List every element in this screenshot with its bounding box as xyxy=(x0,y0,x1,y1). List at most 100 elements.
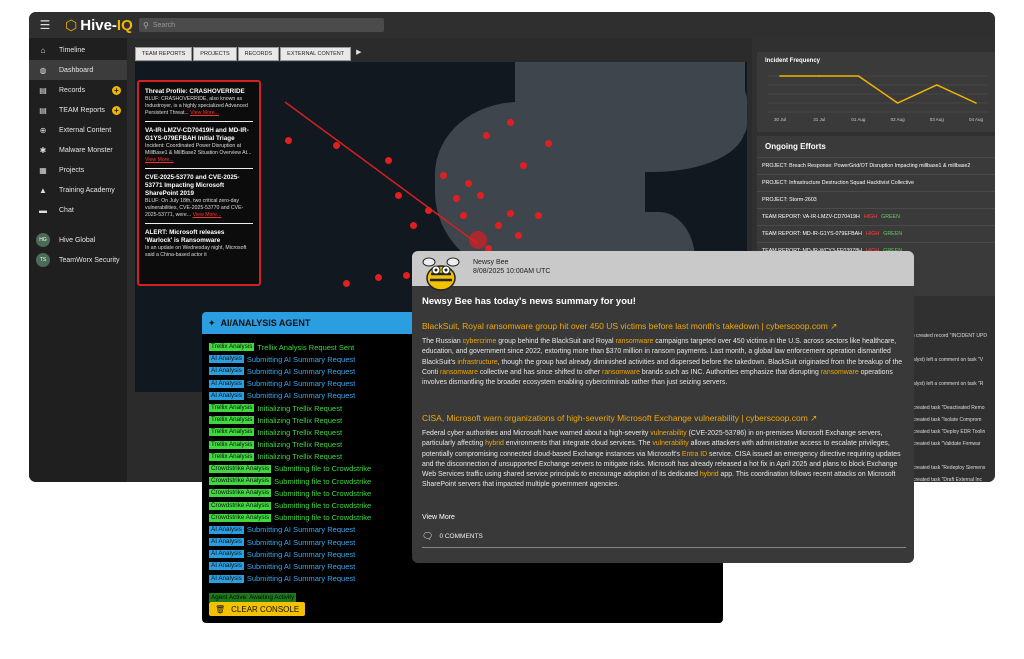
sidebar-item-label: Malware Monster xyxy=(59,146,113,154)
projects-icon: ▦ xyxy=(39,165,47,175)
threat-marker[interactable] xyxy=(507,119,514,126)
effort-row[interactable]: TEAM REPORT: MD-IR-G1YS-079EFBAH HIGH GREE… xyxy=(757,225,995,242)
tab-external-content[interactable]: EXTERNAL CONTENT xyxy=(280,47,352,61)
log-tag: Trellix Analysis xyxy=(209,440,255,449)
sidebar-item-label: Chat xyxy=(59,206,74,214)
sidebar-item-projects[interactable]: ▦ Projects xyxy=(29,160,127,180)
threat-marker[interactable] xyxy=(410,222,417,229)
clear-console-label: CLEAR CONSOLE xyxy=(231,604,300,614)
bug-icon: ✱ xyxy=(39,145,47,155)
add-icon[interactable]: + xyxy=(112,85,121,95)
logo[interactable]: ⬡ Hive- IQ xyxy=(65,17,133,34)
threat-marker[interactable] xyxy=(375,274,382,281)
sidebar-org-0[interactable]: HG Hive Global xyxy=(29,230,127,250)
threat-marker[interactable] xyxy=(507,210,514,217)
threat-marker[interactable] xyxy=(483,132,490,139)
view-more-link[interactable]: View More... xyxy=(190,110,219,116)
threat-item[interactable]: VA-IR-LMZV-CD70419H and MD-IR-G1YS-079EF… xyxy=(145,125,253,169)
threat-marker[interactable] xyxy=(545,140,552,147)
log-message: Submitting AI Summary Request xyxy=(246,574,356,584)
sidebar-item-label: Projects xyxy=(59,166,85,174)
search-input[interactable]: ⚲ Search xyxy=(139,18,384,32)
threat-title: CVE-2025-53770 and CVE-2025-53771 Impact… xyxy=(145,174,240,197)
data-point xyxy=(975,102,977,104)
news-headline: Newsy Bee has today's news summary for y… xyxy=(422,296,636,307)
log-row: AI Analysis Submitting AI Summary Request xyxy=(209,573,723,585)
effort-row[interactable]: TEAM REPORT: VA-IR-LMZV-CD70419H HIGH GREE… xyxy=(757,208,995,225)
threat-marker[interactable] xyxy=(515,232,522,239)
threat-marker[interactable] xyxy=(385,157,392,164)
threat-marker[interactable] xyxy=(285,137,292,144)
threat-item[interactable]: ALERT: Microsoft releases 'Warlock' is R… xyxy=(145,227,253,263)
view-more-link[interactable]: View More... xyxy=(193,212,222,218)
effort-row[interactable]: PROJECT: Breach Response: PowerGrid/OT D… xyxy=(757,157,995,174)
sidebar-item-external-content[interactable]: ⊕ External Content xyxy=(29,120,127,140)
threat-item[interactable]: Threat Profile: CRASHOVERRIDE BLUF: CRASH… xyxy=(145,86,253,122)
threat-marker[interactable] xyxy=(453,195,460,202)
highlight-term: ransomware xyxy=(820,368,859,376)
sidebar-item-chat[interactable]: ▬ Chat xyxy=(29,200,127,220)
log-message: Trellix Analysis Request Sent xyxy=(257,342,355,352)
sidebar-item-team-reports[interactable]: ▤ TEAM Reports + xyxy=(29,100,127,120)
records-icon: ▤ xyxy=(39,85,47,95)
view-more-link[interactable]: View More... xyxy=(145,157,174,163)
log-tag: Crowdstrike Analysis xyxy=(209,513,272,522)
threat-item[interactable]: CVE-2025-53770 and CVE-2025-53771 Impact… xyxy=(145,172,253,224)
news-header: Newsy Bee 8/08/2025 10:00AM UTC xyxy=(412,251,914,291)
threat-marker[interactable] xyxy=(403,272,410,279)
sidebar-org-1[interactable]: TS TeamWorx Security xyxy=(29,250,127,270)
threat-marker[interactable] xyxy=(535,212,542,219)
log-message: Submitting file to Crowdstrike xyxy=(274,513,372,523)
play-icon[interactable]: ▶ xyxy=(356,47,361,61)
add-icon[interactable]: + xyxy=(112,105,121,115)
article-title-link[interactable]: CISA, Microsoft warn organizations of hi… xyxy=(422,413,909,424)
highlight-term: ransomware xyxy=(615,338,654,345)
threat-marker[interactable] xyxy=(477,192,484,199)
status-badge: GREEN xyxy=(883,231,903,237)
newsy-bee-avatar-icon xyxy=(422,257,460,291)
logo-accent: IQ xyxy=(116,16,133,34)
sidebar-item-malware-monster[interactable]: ✱ Malware Monster xyxy=(29,140,127,160)
news-article: BlackSuit, Royal ransomware group hit ov… xyxy=(422,321,909,388)
log-tag: AI Analysis xyxy=(209,538,244,547)
incident-frequency-title: Incident Frequency xyxy=(765,58,821,64)
article-title-link[interactable]: BlackSuit, Royal ransomware group hit ov… xyxy=(422,321,909,332)
threat-marker[interactable] xyxy=(465,180,472,187)
view-more-link[interactable]: View More xyxy=(422,514,455,521)
news-summary-card: Newsy Bee 8/08/2025 10:00AM UTC Newsy Be… xyxy=(412,251,914,563)
threat-marker[interactable] xyxy=(395,192,402,199)
sidebar-item-timeline[interactable]: ⌂ Timeline xyxy=(29,40,127,60)
log-tag: Trellix Analysis xyxy=(209,428,255,437)
sidebar-item-label: TEAM Reports xyxy=(59,106,105,114)
comments-count: 0 COMMENTS xyxy=(439,533,483,540)
sidebar-item-dashboard[interactable]: ◍ Dashboard xyxy=(29,60,127,80)
log-message: Submitting AI Summary Request xyxy=(246,354,356,364)
log-message: Submitting file to Crowdstrike xyxy=(274,476,372,486)
comments-button[interactable]: 🗨 0 COMMENTS xyxy=(422,531,906,548)
log-message: Submitting AI Summary Request xyxy=(246,366,356,376)
x-tick-label: 03 Aug xyxy=(930,117,945,122)
clear-console-button[interactable]: 🗑 CLEAR CONSOLE xyxy=(209,602,306,616)
threat-marker[interactable] xyxy=(520,162,527,169)
tab-team-reports[interactable]: TEAM REPORTS xyxy=(135,47,193,61)
threat-marker[interactable] xyxy=(425,207,432,214)
sidebar-item-records[interactable]: ▤ Records + xyxy=(29,80,127,100)
threat-marker[interactable] xyxy=(333,142,340,149)
log-tag: AI Analysis xyxy=(209,379,244,388)
menu-icon[interactable]: ☰ xyxy=(33,18,57,32)
threat-marker[interactable] xyxy=(495,222,502,229)
threat-marker[interactable] xyxy=(440,172,447,179)
incident-frequency-card: Incident Frequency 30 Jul 31 Jul 01 Aug 02 … xyxy=(757,52,995,132)
effort-row[interactable]: PROJECT: Infrastructure Destruction Squa… xyxy=(757,174,995,191)
sidebar-item-training-academy[interactable]: ▲ Training Academy xyxy=(29,180,127,200)
tab-records[interactable]: RECORDS xyxy=(237,47,280,61)
effort-text: TEAM REPORT: MD-IR-G1YS-079EFBAH xyxy=(762,231,862,237)
tab-projects[interactable]: PROJECTS xyxy=(193,47,237,61)
effort-row[interactable]: PROJECT: Storm-2603 xyxy=(757,191,995,208)
threat-body: BLUF: CRASHOVERRIDE, also known as Indus… xyxy=(145,96,253,117)
org-avatar: HG xyxy=(36,233,50,247)
threat-marker[interactable] xyxy=(343,280,350,287)
log-message: Submitting AI Summary Request xyxy=(246,537,356,547)
news-author: Newsy Bee xyxy=(473,259,509,266)
threat-marker[interactable] xyxy=(460,212,467,219)
